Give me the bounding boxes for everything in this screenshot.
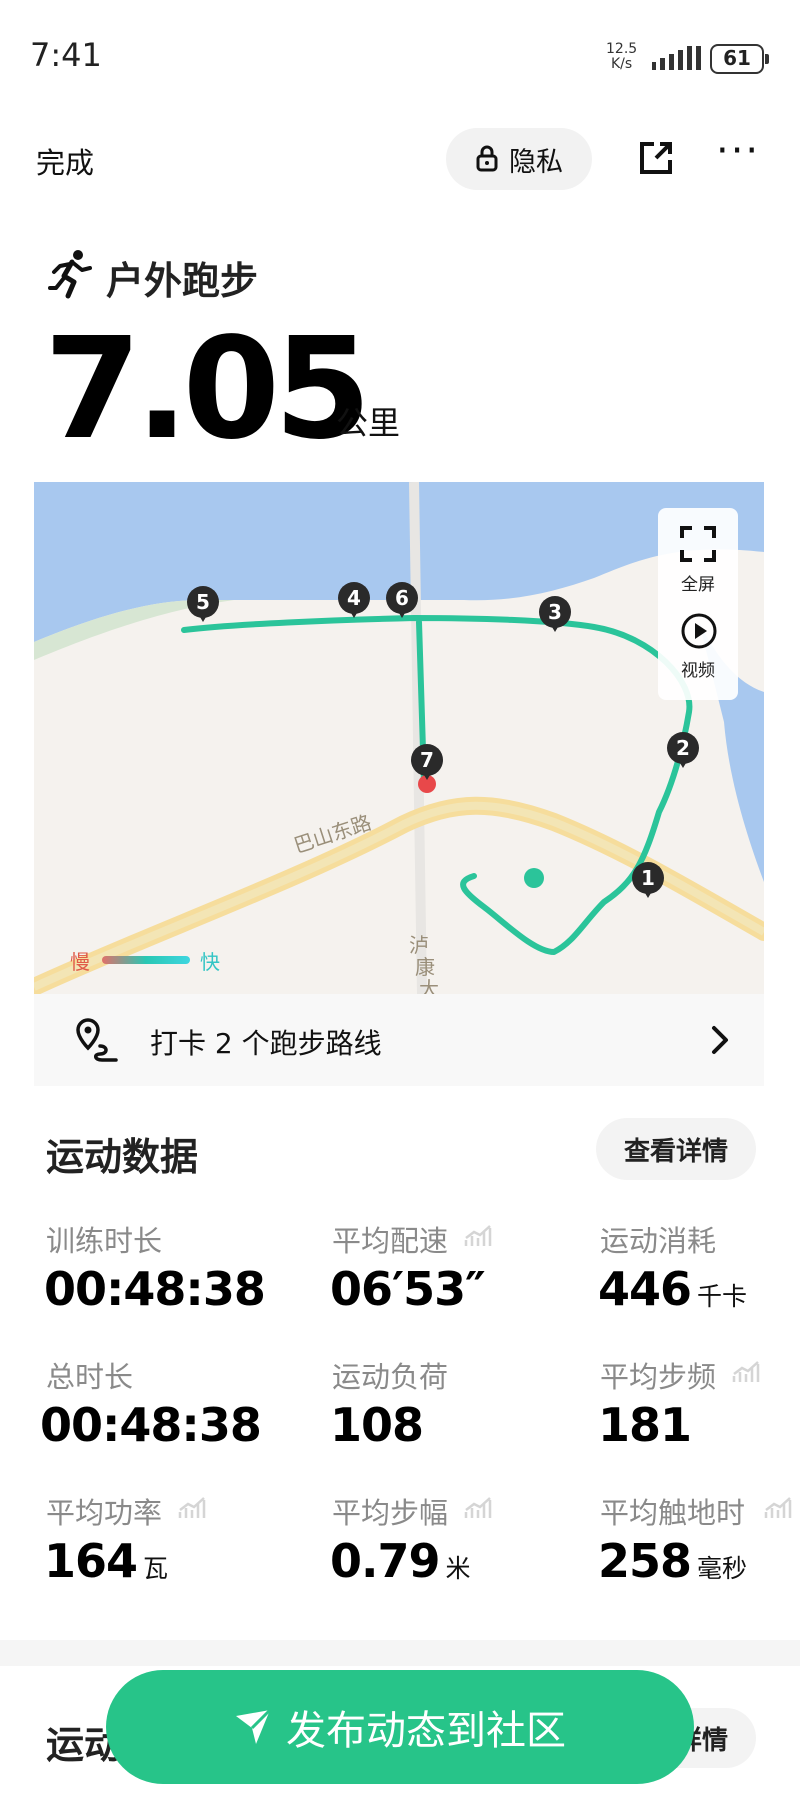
pace-legend-bar <box>102 956 190 964</box>
share-icon[interactable] <box>636 138 676 178</box>
battery-indicator: 61 <box>710 44 769 74</box>
route-pin-icon <box>76 1018 118 1062</box>
network-speed: 12.5 K/s <box>606 42 637 72</box>
more-icon[interactable]: ··· <box>716 131 760 171</box>
road-label-char: 泸 <box>409 933 429 957</box>
route-marker-2: 2 <box>667 732 699 770</box>
trend-chart-icon[interactable] <box>464 1496 492 1520</box>
legend-slow: 慢 <box>70 950 90 974</box>
stat-value: 06′53″ <box>330 1262 486 1316</box>
trend-chart-icon[interactable] <box>764 1496 792 1520</box>
network-speed-unit: K/s <box>610 56 633 72</box>
section-title-stats: 运动数据 <box>46 1135 199 1179</box>
running-icon <box>48 250 92 299</box>
chevron-right-icon[interactable] <box>706 1020 734 1060</box>
trend-chart-icon[interactable] <box>464 1224 492 1248</box>
stat-value: 164 <box>44 1534 138 1588</box>
stat-value: 181 <box>598 1398 692 1452</box>
road-label-char: 康 <box>415 955 435 979</box>
stat-value-group: 446 千卡 <box>598 1262 747 1316</box>
stat-value: 258 <box>598 1534 692 1588</box>
signal-icon <box>652 46 701 70</box>
stat-unit: 米 <box>445 1554 471 1583</box>
stat-label: 平均步频 <box>600 1360 717 1394</box>
route-marker-7: 7 <box>411 744 443 782</box>
checkin-route-row[interactable] <box>34 994 764 1086</box>
stat-value-group: 258 毫秒 <box>598 1534 747 1588</box>
privacy-label: 隐私 <box>509 146 563 178</box>
route-marker-5: 5 <box>187 586 219 624</box>
send-icon <box>236 1708 272 1744</box>
workout-type: 户外跑步 <box>106 259 259 303</box>
stat-label: 平均功率 <box>46 1496 163 1530</box>
route-marker-3: 3 <box>539 596 571 634</box>
marker-number: 5 <box>187 586 219 622</box>
stat-value: 108 <box>330 1398 424 1452</box>
distance-unit: 公里 <box>336 404 401 442</box>
legend-fast: 快 <box>200 950 220 974</box>
stat-value: 0.79 <box>330 1534 440 1588</box>
marker-number: 6 <box>386 582 418 618</box>
stat-label: 总时长 <box>46 1360 134 1394</box>
route-marker-1: 1 <box>632 862 664 900</box>
post-button-label: 发布动态到社区 <box>286 1708 566 1754</box>
checkin-text: 打卡 2 个跑步路线 <box>150 1027 382 1060</box>
video-label[interactable]: 视频 <box>658 656 738 681</box>
stat-value: 446 <box>598 1262 692 1316</box>
stat-label: 平均配速 <box>332 1224 449 1258</box>
network-speed-value: 12.5 <box>606 41 638 57</box>
privacy-button[interactable]: 隐私 <box>446 128 592 190</box>
stat-label: 运动消耗 <box>600 1224 717 1258</box>
marker-number: 2 <box>667 732 699 768</box>
stat-value-group: 164 瓦 <box>44 1534 168 1588</box>
stat-value: 00:48:38 <box>40 1398 262 1452</box>
marker-number: 3 <box>539 596 571 632</box>
stat-unit: 千卡 <box>697 1282 748 1311</box>
stat-label: 平均步幅 <box>332 1496 449 1530</box>
marker-number: 4 <box>338 582 370 618</box>
route-marker-4: 4 <box>338 582 370 620</box>
road-label-char: 大 <box>419 977 439 994</box>
route-map[interactable]: 巴山东路 泸 康 大 道 5 4 6 3 2 1 7 <box>34 482 764 994</box>
stat-value: 00:48:38 <box>44 1262 266 1316</box>
stat-unit: 瓦 <box>143 1554 169 1583</box>
marker-number: 7 <box>411 744 443 780</box>
stat-unit: 毫秒 <box>697 1554 748 1583</box>
map-canvas <box>34 482 764 994</box>
trend-chart-icon[interactable] <box>178 1496 206 1520</box>
stat-label: 训练时长 <box>46 1224 163 1258</box>
status-time: 7:41 <box>30 36 102 74</box>
play-video-icon[interactable] <box>680 612 718 650</box>
stat-value-group: 0.79 米 <box>330 1534 471 1588</box>
section-divider <box>0 1640 800 1666</box>
trend-chart-icon[interactable] <box>732 1360 760 1384</box>
stat-label: 运动负荷 <box>332 1360 449 1394</box>
post-to-community-button[interactable]: 发布动态到社区 <box>106 1670 694 1784</box>
route-marker-6: 6 <box>386 582 418 620</box>
fullscreen-label[interactable]: 全屏 <box>658 570 738 595</box>
done-button[interactable]: 完成 <box>36 140 94 182</box>
map-controls: 全屏 视频 <box>658 508 738 700</box>
fullscreen-icon[interactable] <box>680 526 716 562</box>
road-label-lukang: 泸 康 大 道 <box>409 934 441 994</box>
distance-value: 7.05 <box>44 308 371 471</box>
view-details-button[interactable]: 查看详情 <box>596 1118 756 1180</box>
stat-label: 平均触地时 <box>600 1496 746 1530</box>
marker-number: 1 <box>632 862 664 898</box>
lock-icon <box>476 145 498 172</box>
